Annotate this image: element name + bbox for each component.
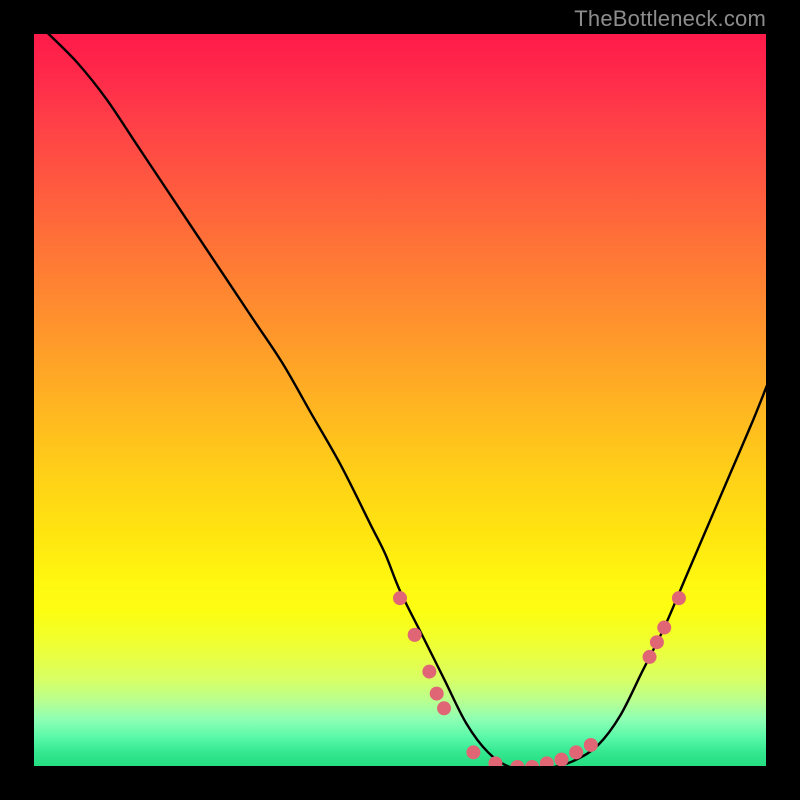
watermark-label: TheBottleneck.com bbox=[574, 6, 766, 32]
chart-background-gradient bbox=[33, 33, 767, 767]
chart-frame: TheBottleneck.com bbox=[0, 0, 800, 800]
plot-area bbox=[33, 33, 767, 767]
